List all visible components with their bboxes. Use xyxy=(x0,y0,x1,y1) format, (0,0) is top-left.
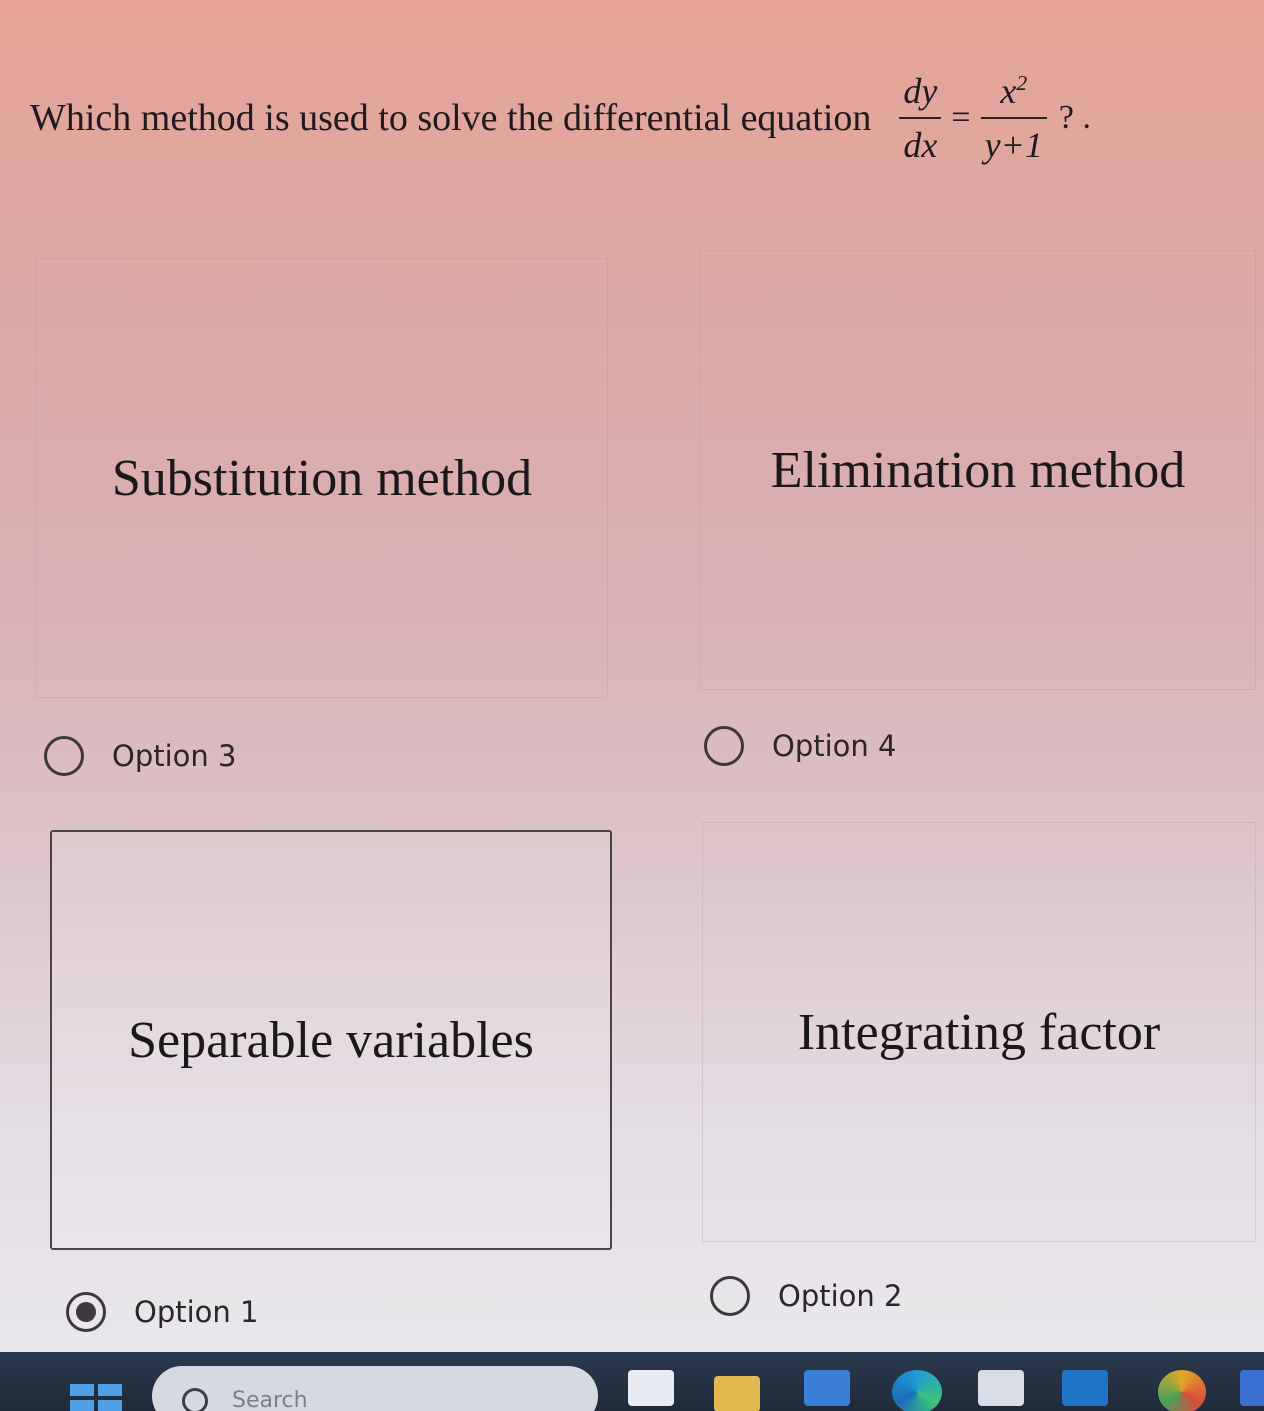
lhs-numerator: dy xyxy=(903,71,938,111)
folder-icon[interactable] xyxy=(714,1376,760,1411)
rhs-numerator-exponent: 2 xyxy=(1016,71,1028,95)
outlook-icon[interactable] xyxy=(1062,1370,1108,1406)
answer-card-integrating[interactable]: Integrating factor xyxy=(702,822,1256,1242)
option-label: Option 2 xyxy=(778,1279,903,1313)
option-4-radio[interactable]: Option 4 xyxy=(704,726,896,766)
answer-card-text: Substitution method xyxy=(111,449,533,507)
store-icon[interactable] xyxy=(804,1370,850,1406)
answer-card-elimination[interactable]: Elimination method xyxy=(700,250,1256,690)
rhs-denominator: y+1 xyxy=(980,117,1047,163)
word-icon[interactable] xyxy=(1240,1370,1264,1406)
option-label: Option 3 xyxy=(112,739,237,773)
rhs-fraction: x2 y+1 xyxy=(980,71,1047,163)
radio-unchecked-icon[interactable] xyxy=(704,726,744,766)
answer-card-separable[interactable]: Separable variables xyxy=(50,830,612,1250)
answer-card-substitution[interactable]: Substitution method xyxy=(36,258,608,698)
rhs-numerator-base: x xyxy=(1000,71,1017,111)
radio-dot xyxy=(76,1302,96,1322)
question-text: Which method is used to solve the differ… xyxy=(30,97,872,139)
option-3-radio[interactable]: Option 3 xyxy=(44,736,236,776)
search-icon xyxy=(182,1388,208,1411)
equals-sign: = xyxy=(951,99,971,136)
chrome-icon[interactable] xyxy=(1158,1370,1206,1411)
rhs-numerator: x2 xyxy=(996,71,1031,117)
lhs-denominator: dx xyxy=(899,117,942,163)
question-mark: ? . xyxy=(1058,99,1091,136)
answer-card-text: Separable variables xyxy=(128,1011,534,1069)
file-explorer-icon[interactable] xyxy=(628,1370,674,1406)
option-label: Option 4 xyxy=(772,729,897,763)
taskbar: Search xyxy=(0,1352,1264,1411)
search-placeholder: Search xyxy=(232,1388,308,1411)
question-prompt: Which method is used to solve the differ… xyxy=(30,58,1091,178)
option-2-radio[interactable]: Option 2 xyxy=(710,1276,902,1316)
windows-start-icon[interactable] xyxy=(70,1384,122,1411)
radio-unchecked-icon[interactable] xyxy=(710,1276,750,1316)
radio-unchecked-icon[interactable] xyxy=(44,736,84,776)
radio-checked-icon[interactable] xyxy=(66,1292,106,1332)
answer-card-text: Elimination method xyxy=(770,441,1186,499)
answer-card-text: Integrating factor xyxy=(797,1003,1161,1061)
option-label: Option 1 xyxy=(134,1295,259,1329)
calendar-icon[interactable] xyxy=(978,1370,1024,1406)
taskbar-search-box[interactable]: Search xyxy=(152,1366,598,1411)
edge-icon[interactable] xyxy=(892,1370,942,1411)
option-1-radio[interactable]: Option 1 xyxy=(66,1292,258,1332)
lhs-fraction: dy dx xyxy=(899,71,942,163)
